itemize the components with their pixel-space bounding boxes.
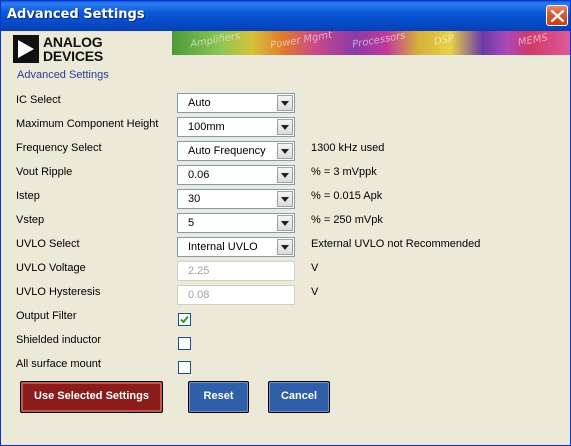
shielded-inductor-checkbox[interactable] (178, 337, 191, 350)
max-height-dropdown[interactable]: 100mm (177, 117, 295, 137)
dropdown-arrow-button[interactable] (277, 95, 293, 111)
chevron-down-icon (281, 173, 289, 178)
page-subtitle: Advanced Settings (17, 69, 109, 81)
banner-word: Power Mgmt (269, 29, 333, 52)
dropdown-arrow-button[interactable] (277, 167, 293, 183)
title-bar[interactable]: Advanced Settings (1, 1, 570, 31)
istep-value: 30 (188, 193, 201, 205)
istep-label: Istep (16, 190, 40, 202)
logo-text: ANALOG DEVICES (43, 35, 103, 63)
chevron-down-icon (281, 245, 289, 250)
logo-line-2: DEVICES (43, 48, 104, 64)
chevron-down-icon (281, 149, 289, 154)
frequency-note: 1300 kHz used (311, 142, 385, 154)
cancel-button[interactable]: Cancel (268, 381, 330, 413)
ic-select-label: IC Select (16, 94, 61, 106)
dropdown-arrow-button[interactable] (277, 239, 293, 255)
istep-note: % = 0.015 Apk (311, 190, 383, 202)
uvlo-select-dropdown[interactable]: Internal UVLO (177, 237, 295, 257)
dropdown-arrow-button[interactable] (277, 143, 293, 159)
product-banner: Amplifiers Power Mgmt Processors DSP MEM… (172, 29, 570, 55)
chevron-down-icon (281, 125, 289, 130)
frequency-select-label: Frequency Select (16, 142, 102, 154)
advanced-settings-window: Advanced Settings ANALOG DEVICES Amplifi… (0, 0, 571, 446)
uvlo-hysteresis-label: UVLO Hysteresis (16, 286, 101, 298)
uvlo-voltage-field[interactable]: 2.25 (177, 261, 295, 281)
banner-word: DSP (433, 33, 455, 48)
vstep-note: % = 250 mVpk (311, 214, 383, 226)
dropdown-arrow-button[interactable] (277, 215, 293, 231)
dropdown-arrow-button[interactable] (277, 119, 293, 135)
istep-dropdown[interactable]: 30 (177, 189, 295, 209)
uvlo-hysteresis-unit: V (311, 286, 319, 298)
banner-word: Processors (351, 30, 407, 51)
checkmark-icon (180, 315, 189, 324)
frequency-select-value: Auto Frequency (188, 145, 266, 157)
uvlo-voltage-label: UVLO Voltage (16, 262, 86, 274)
uvlo-select-value: Internal UVLO (188, 241, 258, 253)
surface-mount-label: All surface mount (16, 358, 101, 370)
vstep-value: 5 (188, 217, 195, 229)
banner-word: Amplifiers (189, 30, 241, 51)
logo-line-1: ANALOG (43, 34, 103, 50)
uvlo-select-note: External UVLO not Recommended (311, 238, 481, 250)
vout-ripple-note: % = 3 mVppk (311, 166, 377, 178)
chevron-down-icon (281, 101, 289, 106)
vout-ripple-dropdown[interactable]: 0.06 (177, 165, 295, 185)
analog-devices-logo: ANALOG DEVICES (13, 35, 123, 65)
close-icon (551, 10, 564, 22)
frequency-select-dropdown[interactable]: Auto Frequency (177, 141, 295, 161)
max-height-label: Maximum Component Height (16, 118, 159, 130)
vstep-label: Vstep (16, 214, 45, 226)
surface-mount-checkbox[interactable] (178, 361, 191, 374)
banner-word: MEMS (517, 32, 549, 49)
uvlo-voltage-value: 2.25 (188, 265, 210, 277)
max-height-value: 100mm (188, 121, 225, 133)
chevron-down-icon (281, 221, 289, 226)
uvlo-voltage-unit: V (311, 262, 319, 274)
close-button[interactable] (546, 5, 568, 26)
output-filter-checkbox[interactable] (178, 313, 191, 326)
shielded-inductor-label: Shielded inductor (16, 334, 102, 346)
ic-select-dropdown[interactable]: Auto (177, 93, 295, 113)
chevron-down-icon (281, 197, 289, 202)
reset-button[interactable]: Reset (188, 381, 249, 413)
ic-select-value: Auto (188, 97, 211, 109)
vout-ripple-label: Vout Ripple (16, 166, 73, 178)
vout-ripple-value: 0.06 (188, 169, 210, 181)
uvlo-select-label: UVLO Select (16, 238, 80, 250)
vstep-dropdown[interactable]: 5 (177, 213, 295, 233)
logo-triangle-icon (13, 35, 39, 63)
use-selected-settings-button[interactable]: Use Selected Settings (20, 381, 163, 413)
uvlo-hysteresis-field[interactable]: 0.08 (177, 285, 295, 305)
uvlo-hysteresis-value: 0.08 (188, 289, 210, 301)
window-title: Advanced Settings (7, 7, 145, 22)
output-filter-label: Output Filter (16, 310, 77, 322)
dropdown-arrow-button[interactable] (277, 191, 293, 207)
